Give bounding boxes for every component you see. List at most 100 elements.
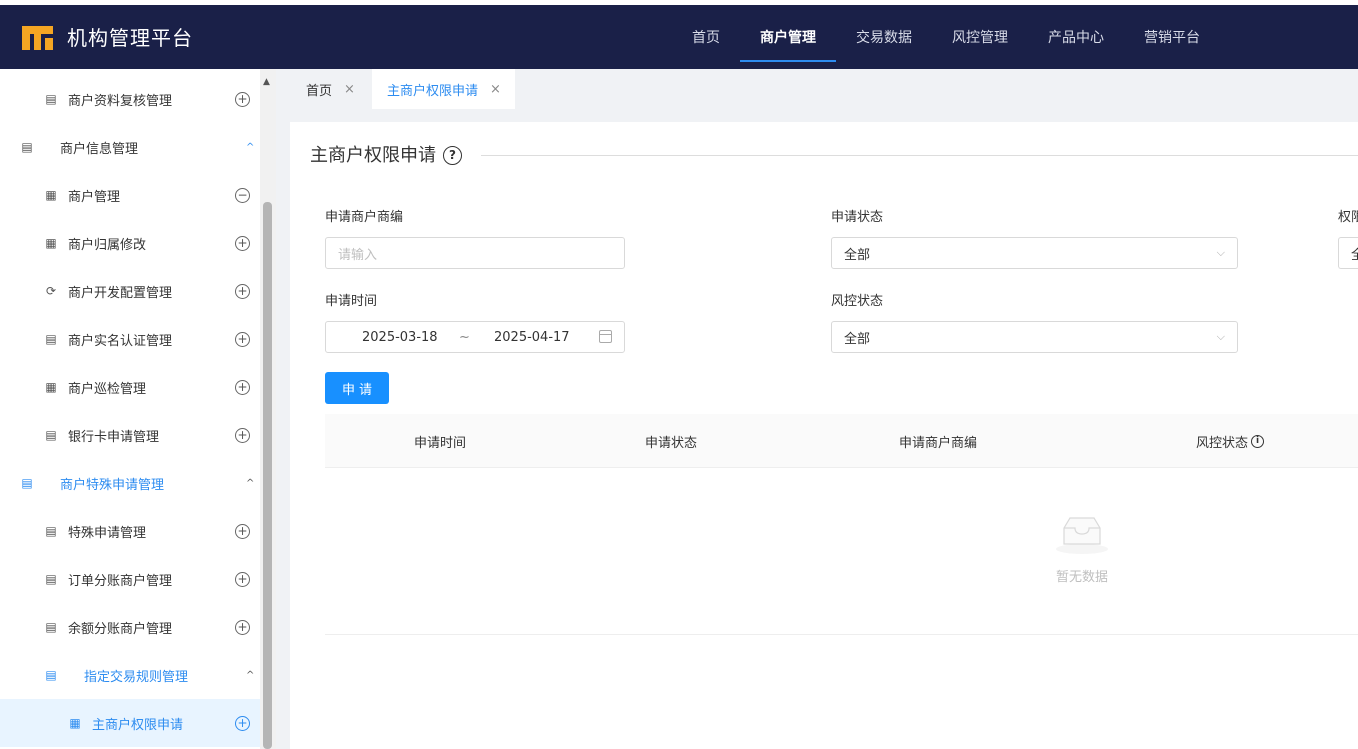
sidebar-item-label: 商户资料复核管理 xyxy=(68,93,173,109)
date-range-picker[interactable]: 2025-03-18 ~ 2025-04-17 xyxy=(325,321,625,353)
sidebar-item-special-manage[interactable]: ▤ 特殊申请管理 + xyxy=(0,507,260,555)
plus-circle-icon[interactable]: + xyxy=(235,91,250,107)
sidebar-item-label: 商户巡检管理 xyxy=(68,381,147,397)
close-icon[interactable]: × xyxy=(490,82,501,97)
sidebar-item-data-review[interactable]: ▤ 商户资料复核管理 + xyxy=(0,75,260,123)
table-header: 申请时间 申请状态 申请商户商编 风控状态 i xyxy=(325,414,1358,468)
sidebar: ▤ 商户资料复核管理 + ▤ 商户信息管理 ^ ▦ 商户管理 − ▦ 商户归属修… xyxy=(0,69,276,749)
top-header: 机构管理平台 首页 商户管理 交易数据 风控管理 产品中心 营销平台 xyxy=(0,5,1358,69)
list-icon: ▤ xyxy=(45,668,57,682)
empty-inbox-icon xyxy=(1056,517,1108,554)
page-title: 主商户权限申请 xyxy=(310,145,436,166)
select-value: 全部 xyxy=(844,331,871,347)
sidebar-item-order-split[interactable]: ▤ 订单分账商户管理 + xyxy=(0,555,260,603)
sidebar-item-label: 主商户权限申请 xyxy=(92,717,184,733)
col-apply-status: 申请状态 xyxy=(645,435,698,451)
tab-label: 首页 xyxy=(306,83,333,99)
help-icon[interactable]: ? xyxy=(443,146,462,165)
list-icon: ▤ xyxy=(45,620,57,634)
third-filter-select[interactable]: 全部 xyxy=(1338,237,1358,269)
plus-circle-icon[interactable]: + xyxy=(235,523,250,539)
sidebar-item-dev-config[interactable]: ⟳ 商户开发配置管理 + xyxy=(0,267,260,315)
sidebar-item-main-permission[interactable]: ▦ 主商户权限申请 + xyxy=(0,699,260,747)
sidebar-item-label: 商户实名认证管理 xyxy=(68,333,173,349)
sidebar-group-merchant-info[interactable]: ▤ 商户信息管理 ^ xyxy=(0,123,260,171)
chevron-up-icon: ^ xyxy=(246,477,255,489)
list-icon: ▤ xyxy=(45,332,57,346)
sidebar-item-balance-split[interactable]: ▤ 余额分账商户管理 + xyxy=(0,603,260,651)
risk-status-select[interactable]: 全部 ⌵ xyxy=(831,321,1238,353)
list-icon: ▤ xyxy=(21,140,33,154)
sidebar-item-inspection[interactable]: ▦ 商户巡检管理 + xyxy=(0,363,260,411)
plus-circle-icon[interactable]: + xyxy=(235,427,250,443)
app-title: 机构管理平台 xyxy=(67,26,193,50)
chevron-up-icon: ^ xyxy=(246,141,255,153)
col-risk-status: 风控状态 i xyxy=(1196,414,1265,468)
topnav-marketing[interactable]: 营销平台 xyxy=(1132,5,1212,69)
minus-circle-icon[interactable]: − xyxy=(235,187,250,203)
list-icon: ▤ xyxy=(45,524,57,538)
sidebar-item-label: 商户归属修改 xyxy=(68,237,147,253)
sidebar-item-label: 商户特殊申请管理 xyxy=(60,477,165,493)
apply-status-select[interactable]: 全部 ⌵ xyxy=(831,237,1238,269)
plus-circle-icon[interactable]: + xyxy=(235,619,250,635)
tab-bar: 首页 × 主商户权限申请 × xyxy=(276,69,1358,109)
table-icon: ▦ xyxy=(45,236,57,250)
scroll-up-arrow-icon[interactable]: ▲ xyxy=(263,78,270,87)
sidebar-item-label: 商户管理 xyxy=(68,189,121,205)
sidebar-item-bankcard[interactable]: ▤ 银行卡申请管理 + xyxy=(0,411,260,459)
refresh-icon: ⟳ xyxy=(45,284,57,298)
sidebar-item-realname[interactable]: ▤ 商户实名认证管理 + xyxy=(0,315,260,363)
close-icon[interactable]: × xyxy=(344,82,355,97)
list-icon: ▤ xyxy=(45,572,57,586)
apply-button[interactable]: 申请 xyxy=(325,372,389,404)
list-icon: ▤ xyxy=(45,428,57,442)
sidebar-scroll-thumb[interactable] xyxy=(263,202,272,749)
topnav-risk[interactable]: 风控管理 xyxy=(940,5,1020,69)
col-merchant-no: 申请商户商编 xyxy=(899,435,978,451)
date-start[interactable]: 2025-03-18 xyxy=(362,330,438,345)
sidebar-item-label: 指定交易规则管理 xyxy=(84,669,189,685)
sidebar-item-merchant-manage[interactable]: ▦ 商户管理 − xyxy=(0,171,260,219)
plus-circle-icon[interactable]: + xyxy=(235,283,250,299)
tab-main-permission[interactable]: 主商户权限申请 × xyxy=(372,69,515,109)
topnav-merchant[interactable]: 商户管理 xyxy=(740,5,836,69)
sidebar-item-label: 银行卡申请管理 xyxy=(68,429,160,445)
plus-circle-icon[interactable]: + xyxy=(235,571,250,587)
apply-status-label: 申请状态 xyxy=(831,210,884,225)
table-icon: ▦ xyxy=(45,380,57,394)
sidebar-group-trade-rules[interactable]: ▤ 指定交易规则管理 ^ xyxy=(0,651,260,699)
date-separator: ~ xyxy=(459,329,470,345)
table-icon: ▦ xyxy=(45,188,57,202)
plus-circle-icon[interactable]: + xyxy=(235,379,250,395)
sidebar-item-label: 订单分账商户管理 xyxy=(68,573,173,589)
empty-text: 暂无数据 xyxy=(1056,570,1109,585)
risk-status-label: 风控状态 xyxy=(831,294,884,309)
plus-circle-icon[interactable]: + xyxy=(235,715,250,731)
apply-time-label: 申请时间 xyxy=(325,294,378,309)
chevron-down-icon: ⌵ xyxy=(1216,246,1225,259)
sidebar-group-special-apply[interactable]: ▤ 商户特殊申请管理 ^ xyxy=(0,459,260,507)
plus-circle-icon[interactable]: + xyxy=(235,235,250,251)
table-icon: ▦ xyxy=(69,716,81,730)
date-end[interactable]: 2025-04-17 xyxy=(494,330,570,345)
app-logo-icon xyxy=(22,26,53,50)
col-label: 风控状态 xyxy=(1196,435,1249,451)
title-divider xyxy=(481,155,1358,156)
topnav-trade-data[interactable]: 交易数据 xyxy=(844,5,924,69)
sidebar-item-label: 特殊申请管理 xyxy=(68,525,147,541)
topnav-home[interactable]: 首页 xyxy=(680,5,732,69)
chevron-down-icon: ⌵ xyxy=(1216,330,1225,343)
sidebar-item-owner-change[interactable]: ▦ 商户归属修改 + xyxy=(0,219,260,267)
merchant-no-label: 申请商户商编 xyxy=(325,210,404,225)
col-apply-time: 申请时间 xyxy=(414,435,467,451)
doc-check-icon: ▤ xyxy=(45,92,57,106)
plus-circle-icon[interactable]: + xyxy=(235,331,250,347)
tab-label: 主商户权限申请 xyxy=(387,83,479,99)
table-bottom-border xyxy=(325,634,1358,635)
info-icon[interactable]: i xyxy=(1251,434,1265,448)
tab-home[interactable]: 首页 × xyxy=(276,69,369,109)
sidebar-item-label: 商户信息管理 xyxy=(60,141,139,157)
merchant-no-input[interactable]: 请输入 xyxy=(325,237,625,269)
topnav-product[interactable]: 产品中心 xyxy=(1036,5,1116,69)
